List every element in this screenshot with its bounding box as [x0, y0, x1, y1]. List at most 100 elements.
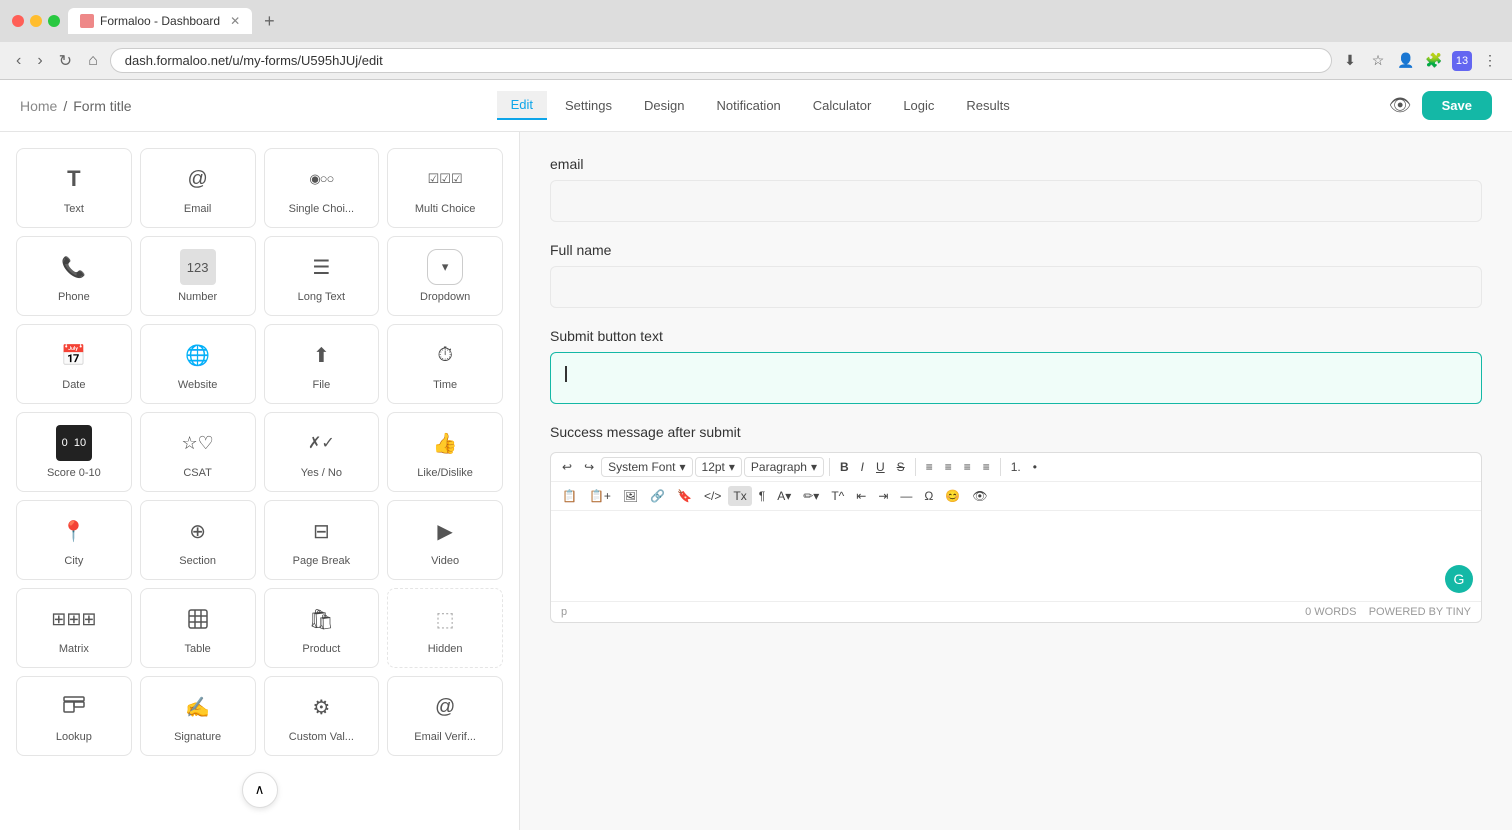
paragraph-select[interactable]: Paragraph ▾: [744, 457, 824, 477]
maximize-dot[interactable]: [48, 15, 60, 27]
align-left-button[interactable]: ≡: [921, 457, 938, 477]
widget-file[interactable]: ⬆ File: [264, 324, 380, 404]
emoji-button[interactable]: 😊: [940, 486, 965, 506]
widget-time[interactable]: ⏱ Time: [387, 324, 503, 404]
widget-website[interactable]: 🌐 Website: [140, 324, 256, 404]
underline-button[interactable]: U: [871, 457, 890, 477]
widget-page-break[interactable]: ⊟ Page Break: [264, 500, 380, 580]
superscript-button[interactable]: T^: [826, 486, 849, 506]
highlight-button[interactable]: ✏▾: [798, 486, 824, 506]
fullname-field-input[interactable]: [550, 266, 1482, 308]
font-size-select[interactable]: 12pt ▾: [695, 457, 742, 477]
widget-email-verif-label: Email Verif...: [414, 731, 476, 743]
align-center-button[interactable]: ≡: [940, 457, 957, 477]
rich-editor-body[interactable]: G: [551, 511, 1481, 601]
time-icon: ⏱: [427, 337, 463, 373]
widget-matrix[interactable]: ⊞⊞⊞ Matrix: [16, 588, 132, 668]
widget-csat[interactable]: ☆♡ CSAT: [140, 412, 256, 492]
save-button[interactable]: Save: [1422, 91, 1492, 120]
profile-icon[interactable]: 👤: [1396, 51, 1416, 71]
url-bar[interactable]: dash.formaloo.net/u/my-forms/U595hJUj/ed…: [110, 48, 1332, 73]
bold-button[interactable]: B: [835, 457, 854, 477]
widget-table[interactable]: Table: [140, 588, 256, 668]
undo-button[interactable]: ↩: [557, 457, 577, 477]
minimize-dot[interactable]: [30, 15, 42, 27]
success-message-section: Success message after submit ↩ ↪ System …: [550, 424, 1482, 623]
widget-section[interactable]: ⊕ Section: [140, 500, 256, 580]
hr-button[interactable]: —: [895, 486, 917, 506]
breadcrumb-home[interactable]: Home: [20, 98, 57, 114]
widget-number[interactable]: 123 Number: [140, 236, 256, 316]
unordered-list-button[interactable]: •: [1028, 457, 1042, 477]
widget-single-choice-label: Single Choi...: [289, 203, 354, 215]
success-message-label: Success message after submit: [550, 424, 1482, 440]
widget-yes-no[interactable]: ✗✓ Yes / No: [264, 412, 380, 492]
breadcrumb-form-title: Form title: [73, 98, 131, 114]
scroll-up-button[interactable]: ∧: [242, 772, 278, 808]
forward-button[interactable]: ›: [33, 50, 46, 72]
widget-score[interactable]: 0 10 Score 0-10: [16, 412, 132, 492]
widget-product[interactable]: 🛍 Product: [264, 588, 380, 668]
menu-icon[interactable]: ⋮: [1480, 51, 1500, 71]
widget-email[interactable]: @ Email: [140, 148, 256, 228]
refresh-button[interactable]: ↻: [55, 49, 76, 73]
widget-lookup[interactable]: Lookup: [16, 676, 132, 756]
image-button[interactable]: 🖼: [618, 486, 643, 506]
tab-results[interactable]: Results: [952, 91, 1023, 120]
tab-close-icon[interactable]: ✕: [230, 14, 240, 28]
star-icon[interactable]: ☆: [1368, 51, 1388, 71]
widget-hidden[interactable]: ⬚ Hidden: [387, 588, 503, 668]
strikethrough-button[interactable]: S: [892, 457, 910, 477]
grammarly-button[interactable]: G: [1445, 565, 1473, 593]
back-button[interactable]: ‹: [12, 50, 25, 72]
widget-multi-choice[interactable]: ☑☑☑ Multi Choice: [387, 148, 503, 228]
clear-formatting-button[interactable]: Tx: [728, 486, 751, 506]
widget-video[interactable]: ▶ Video: [387, 500, 503, 580]
tab-notification[interactable]: Notification: [702, 91, 794, 120]
tab-logic[interactable]: Logic: [889, 91, 948, 120]
preview-button[interactable]: 👁: [1389, 95, 1412, 116]
download-icon[interactable]: ⬇: [1340, 51, 1360, 71]
source-button[interactable]: 👁: [967, 486, 992, 506]
home-button[interactable]: ⌂: [84, 50, 102, 72]
align-right-button[interactable]: ≡: [959, 457, 976, 477]
widget-section-label: Section: [179, 555, 216, 567]
tab-calculator[interactable]: Calculator: [799, 91, 886, 120]
code-button[interactable]: </>: [699, 486, 726, 506]
link-button[interactable]: 🔗: [645, 486, 670, 506]
outdent-button[interactable]: ⇤: [851, 486, 871, 506]
submit-text-input[interactable]: [550, 352, 1482, 404]
widget-phone[interactable]: 📞 Phone: [16, 236, 132, 316]
close-dot[interactable]: [12, 15, 24, 27]
widget-single-choice[interactable]: ◉○○ Single Choi...: [264, 148, 380, 228]
widget-date[interactable]: 📅 Date: [16, 324, 132, 404]
bookmark-button[interactable]: 🔖: [672, 486, 697, 506]
widget-signature[interactable]: ✍ Signature: [140, 676, 256, 756]
font-color-button[interactable]: A▾: [772, 486, 796, 506]
email-field-input[interactable]: [550, 180, 1482, 222]
special-char-button[interactable]: Ω: [919, 486, 938, 506]
font-family-select[interactable]: System Font ▾: [601, 457, 692, 477]
new-tab-button[interactable]: +: [264, 11, 275, 32]
widget-city[interactable]: 📍 City: [16, 500, 132, 580]
widget-dropdown[interactable]: ▾ Dropdown: [387, 236, 503, 316]
paste-special-button[interactable]: 📋+: [584, 486, 616, 506]
widget-long-text[interactable]: ☰ Long Text: [264, 236, 380, 316]
widget-like-dislike[interactable]: 👍 Like/Dislike: [387, 412, 503, 492]
yes-no-icon: ✗✓: [303, 425, 339, 461]
widget-custom-val[interactable]: ⚙ Custom Val...: [264, 676, 380, 756]
tab-edit[interactable]: Edit: [497, 91, 547, 120]
widget-email-verif[interactable]: @ Email Verif...: [387, 676, 503, 756]
paragraph-mark-button[interactable]: ¶: [754, 486, 770, 506]
tab-design[interactable]: Design: [630, 91, 698, 120]
ordered-list-button[interactable]: 1.: [1006, 457, 1026, 477]
redo-button[interactable]: ↪: [579, 457, 599, 477]
indent-button[interactable]: ⇥: [873, 486, 893, 506]
tab-settings[interactable]: Settings: [551, 91, 626, 120]
extension-icon[interactable]: 🧩: [1424, 51, 1444, 71]
align-justify-button[interactable]: ≡: [978, 457, 995, 477]
paste-button[interactable]: 📋: [557, 486, 582, 506]
widget-text[interactable]: T Text: [16, 148, 132, 228]
italic-button[interactable]: I: [856, 457, 869, 477]
browser-tab[interactable]: Formaloo - Dashboard ✕: [68, 8, 252, 34]
